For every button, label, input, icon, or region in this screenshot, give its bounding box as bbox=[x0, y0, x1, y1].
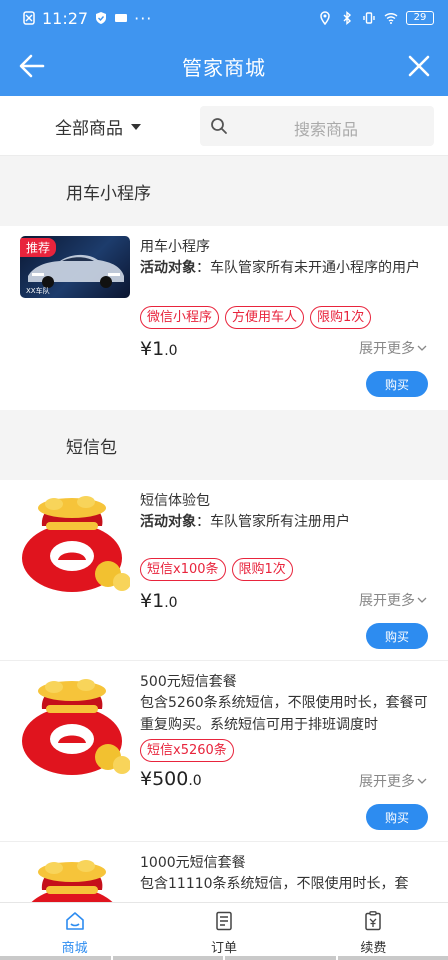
expand-more-button[interactable]: 展开更多 bbox=[359, 590, 427, 610]
renew-icon bbox=[365, 911, 382, 931]
product-description: 包含11110条系统短信，不限使用时长，套 bbox=[140, 876, 409, 892]
product-card[interactable]: XX车队 推荐 用车小程序 活动对象：车队管家所有未开通小程序的用户 微信小程序… bbox=[0, 226, 448, 410]
location-icon bbox=[320, 11, 330, 25]
product-description: 包含5260条系统短信，不限使用时长，套餐可重复购买。系统短信可用于排班调度时 bbox=[140, 695, 428, 733]
tag-list: 短信x5260条 bbox=[140, 739, 234, 762]
tag: 短信x5260条 bbox=[140, 739, 234, 762]
caret-down-icon bbox=[131, 123, 141, 130]
section-title: 短信包 bbox=[66, 437, 117, 458]
product-title: 1000元短信套餐 bbox=[140, 855, 246, 871]
tag-list: 微信小程序 方便用车人 限购1次 bbox=[140, 306, 372, 329]
tag: 短信x100条 bbox=[140, 558, 226, 581]
product-image: XX车队 推荐 bbox=[20, 236, 130, 298]
tab-label: 商城 bbox=[61, 941, 88, 956]
tab-orders[interactable]: 订单 bbox=[149, 903, 298, 960]
sim-off-icon bbox=[23, 11, 35, 25]
category-label: 全部商品 bbox=[55, 119, 123, 139]
card-icon bbox=[115, 14, 128, 22]
product-title: 短信体验包 bbox=[140, 493, 210, 509]
section-title: 用车小程序 bbox=[66, 183, 151, 204]
expand-more-button[interactable]: 展开更多 bbox=[359, 338, 427, 358]
product-description: 活动对象：车队管家所有未开通小程序的用户 bbox=[140, 257, 436, 279]
tab-mall[interactable]: 商城 bbox=[0, 903, 149, 960]
bluetooth-icon bbox=[343, 11, 352, 25]
back-arrow-icon[interactable] bbox=[18, 52, 46, 80]
tab-label: 订单 bbox=[210, 941, 237, 956]
product-price: ¥1.0 bbox=[140, 338, 178, 360]
more-dots-icon: ··· bbox=[134, 8, 153, 28]
bottom-tab-bar: 商城 订单 续费 bbox=[0, 902, 448, 960]
product-title: 用车小程序 bbox=[140, 239, 210, 255]
status-time: 11:27 bbox=[42, 8, 89, 28]
product-card[interactable]: 1000元短信套餐 包含11110条系统短信，不限使用时长，套 bbox=[0, 842, 448, 902]
tab-renew[interactable]: 续费 bbox=[299, 903, 448, 960]
money-bag-image bbox=[22, 679, 130, 775]
vibrate-icon bbox=[363, 12, 375, 24]
product-title: 500元短信套餐 bbox=[140, 674, 237, 690]
product-card[interactable]: 500元短信套餐 包含5260条系统短信，不限使用时长，套餐可重复购买。系统短信… bbox=[0, 661, 448, 841]
tag: 方便用车人 bbox=[225, 306, 305, 329]
search-icon bbox=[211, 118, 227, 134]
search-placeholder: 搜索商品 bbox=[294, 120, 359, 139]
system-nav-bar bbox=[0, 956, 448, 960]
buy-button[interactable]: 购买 bbox=[366, 804, 428, 830]
tab-label: 续费 bbox=[360, 941, 387, 956]
buy-button[interactable]: 购买 bbox=[366, 623, 428, 649]
chevron-down-icon bbox=[417, 597, 427, 603]
product-price: ¥1.0 bbox=[140, 590, 178, 612]
desc-label: 活动对象 bbox=[140, 260, 196, 276]
shield-icon bbox=[96, 12, 107, 24]
search-input[interactable]: 搜索商品 bbox=[200, 106, 434, 146]
money-bag-image bbox=[31, 860, 113, 902]
money-bag-image bbox=[22, 496, 130, 592]
product-price: ¥500.0 bbox=[140, 768, 202, 790]
chevron-down-icon bbox=[417, 778, 427, 784]
category-dropdown[interactable]: 全部商品 bbox=[55, 114, 141, 139]
status-bar: 11:27 ··· 29 bbox=[0, 0, 448, 36]
tag: 限购1次 bbox=[231, 558, 293, 581]
desc-label: 活动对象 bbox=[140, 514, 196, 530]
buy-button[interactable]: 购买 bbox=[366, 371, 428, 397]
tag: 微信小程序 bbox=[140, 306, 220, 329]
wifi-icon bbox=[384, 13, 398, 24]
chevron-down-icon bbox=[417, 345, 427, 351]
tag: 限购1次 bbox=[310, 306, 372, 329]
tag-list: 短信x100条 限购1次 bbox=[140, 558, 293, 581]
home-icon bbox=[65, 912, 84, 930]
recommend-badge: 推荐 bbox=[20, 238, 57, 257]
nav-bar: 管家商城 bbox=[0, 36, 448, 96]
order-icon bbox=[216, 911, 232, 931]
expand-more-button[interactable]: 展开更多 bbox=[359, 771, 427, 791]
section-header: 短信包 bbox=[0, 410, 448, 480]
section-header: 用车小程序 bbox=[0, 156, 448, 226]
close-icon[interactable] bbox=[406, 53, 432, 79]
desc-text: ：车队管家所有注册用户 bbox=[196, 514, 350, 530]
svg-text:XX车队: XX车队 bbox=[26, 286, 50, 295]
battery-icon: 29 bbox=[406, 11, 434, 25]
product-description: 活动对象：车队管家所有注册用户 bbox=[140, 511, 436, 533]
product-card[interactable]: 短信体验包 活动对象：车队管家所有注册用户 短信x100条 限购1次 ¥1.0 … bbox=[0, 480, 448, 660]
desc-text: ：车队管家所有未开通小程序的用户 bbox=[196, 260, 420, 276]
page-title: 管家商城 bbox=[182, 55, 266, 80]
filter-row: 全部商品 搜索商品 bbox=[0, 96, 448, 156]
